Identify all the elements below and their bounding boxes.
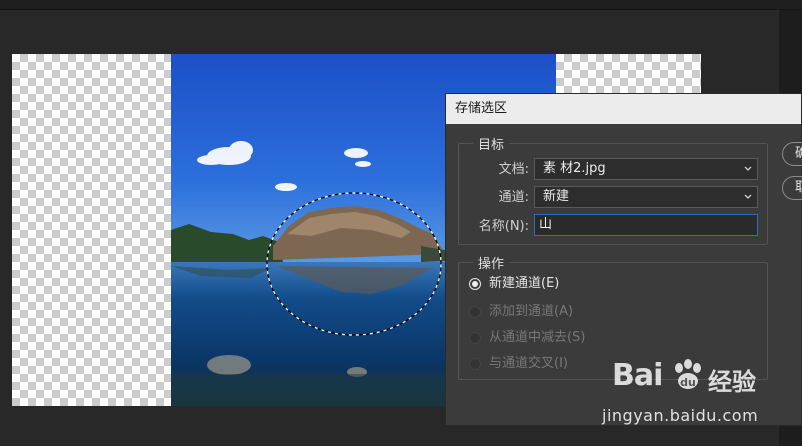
radio-label: 与通道交叉(I) (489, 356, 568, 371)
name-input[interactable]: 山 (534, 214, 758, 236)
watermark-logo-text: Bai (612, 358, 663, 393)
radio-button[interactable] (469, 358, 481, 370)
watermark-url: jingyan.baidu.com (602, 406, 759, 425)
radio-button[interactable] (469, 306, 481, 318)
target-legend: 目标 (473, 134, 510, 153)
radio-button[interactable] (469, 332, 481, 344)
chevron-down-icon (744, 166, 752, 171)
channel-select[interactable]: 新建 (534, 186, 758, 208)
name-label: 名称(N): (478, 219, 529, 234)
cancel-button[interactable]: 取 (782, 176, 802, 200)
paw-icon: du (675, 359, 701, 389)
document-value: 素 材2.jpg (543, 161, 606, 176)
dialog-title: 存储选区 (446, 94, 801, 124)
radio-button[interactable] (469, 278, 481, 290)
watermark-logo-cn: 经验 (708, 368, 756, 396)
document-select[interactable]: 素 材2.jpg (534, 158, 758, 180)
ok-button[interactable]: 确 (782, 142, 802, 166)
radio-label: 从通道中减去(S) (489, 330, 586, 345)
target-group: 目标 文档: 素 材2.jpg 通道: 新建 名称(N): 山 (458, 134, 768, 245)
channel-value: 新建 (543, 189, 570, 204)
operation-legend: 操作 (473, 253, 510, 272)
radio-label: 新建通道(E) (489, 276, 560, 291)
document-label: 文档: (498, 162, 529, 177)
top-toolbar-strip (0, 0, 802, 10)
baidu-jingyan-watermark: Bai du 经验 jingyan.baidu.com (602, 356, 772, 430)
chevron-down-icon (744, 194, 752, 199)
channel-label: 通道: (498, 190, 529, 205)
svg-text:du: du (680, 376, 696, 389)
radio-label: 添加到通道(A) (489, 304, 574, 319)
